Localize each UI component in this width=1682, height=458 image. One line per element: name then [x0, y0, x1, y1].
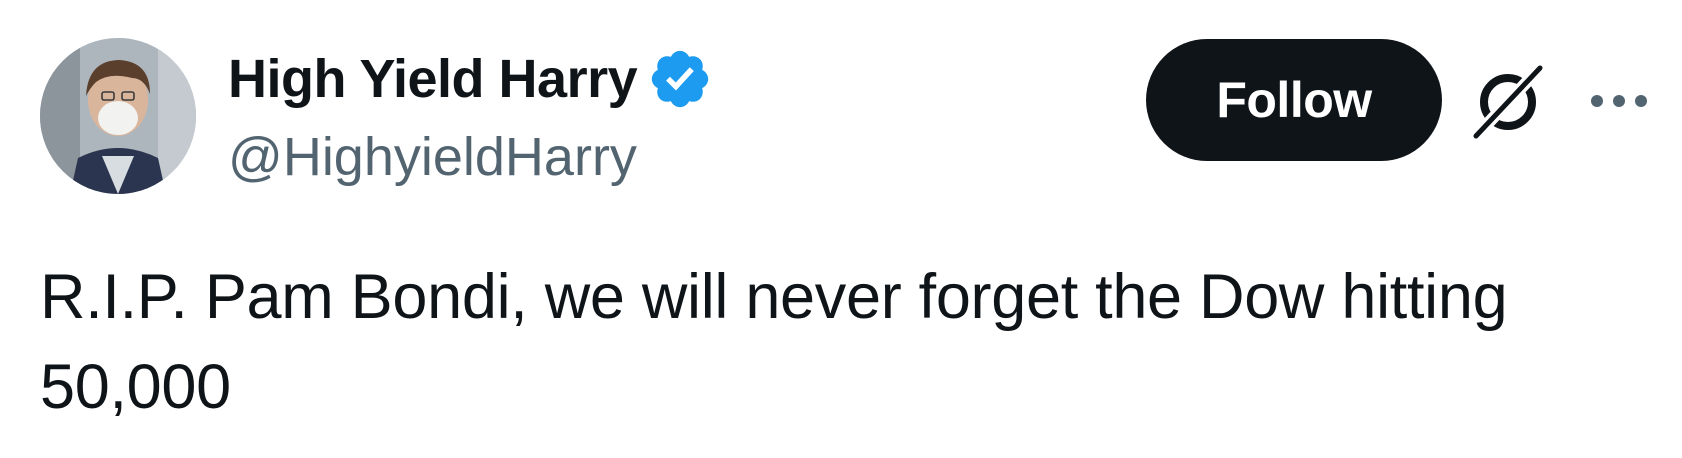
display-name[interactable]: High Yield Harry — [228, 44, 638, 114]
more-horizontal-icon[interactable] — [1586, 86, 1652, 116]
tweet-text: R.I.P. Pam Bondi, we will never forget t… — [40, 262, 1508, 422]
name-row: High Yield Harry — [228, 44, 713, 114]
user-handle[interactable]: @HighyieldHarry — [228, 122, 637, 192]
follow-button[interactable]: Follow — [1146, 39, 1442, 161]
avatar-image — [40, 38, 196, 194]
tweet-card: High Yield Harry @HighyieldHarry Follow … — [0, 0, 1682, 458]
verified-badge-icon[interactable] — [647, 46, 713, 112]
grok-icon[interactable] — [1466, 60, 1550, 144]
avatar[interactable] — [40, 38, 196, 194]
